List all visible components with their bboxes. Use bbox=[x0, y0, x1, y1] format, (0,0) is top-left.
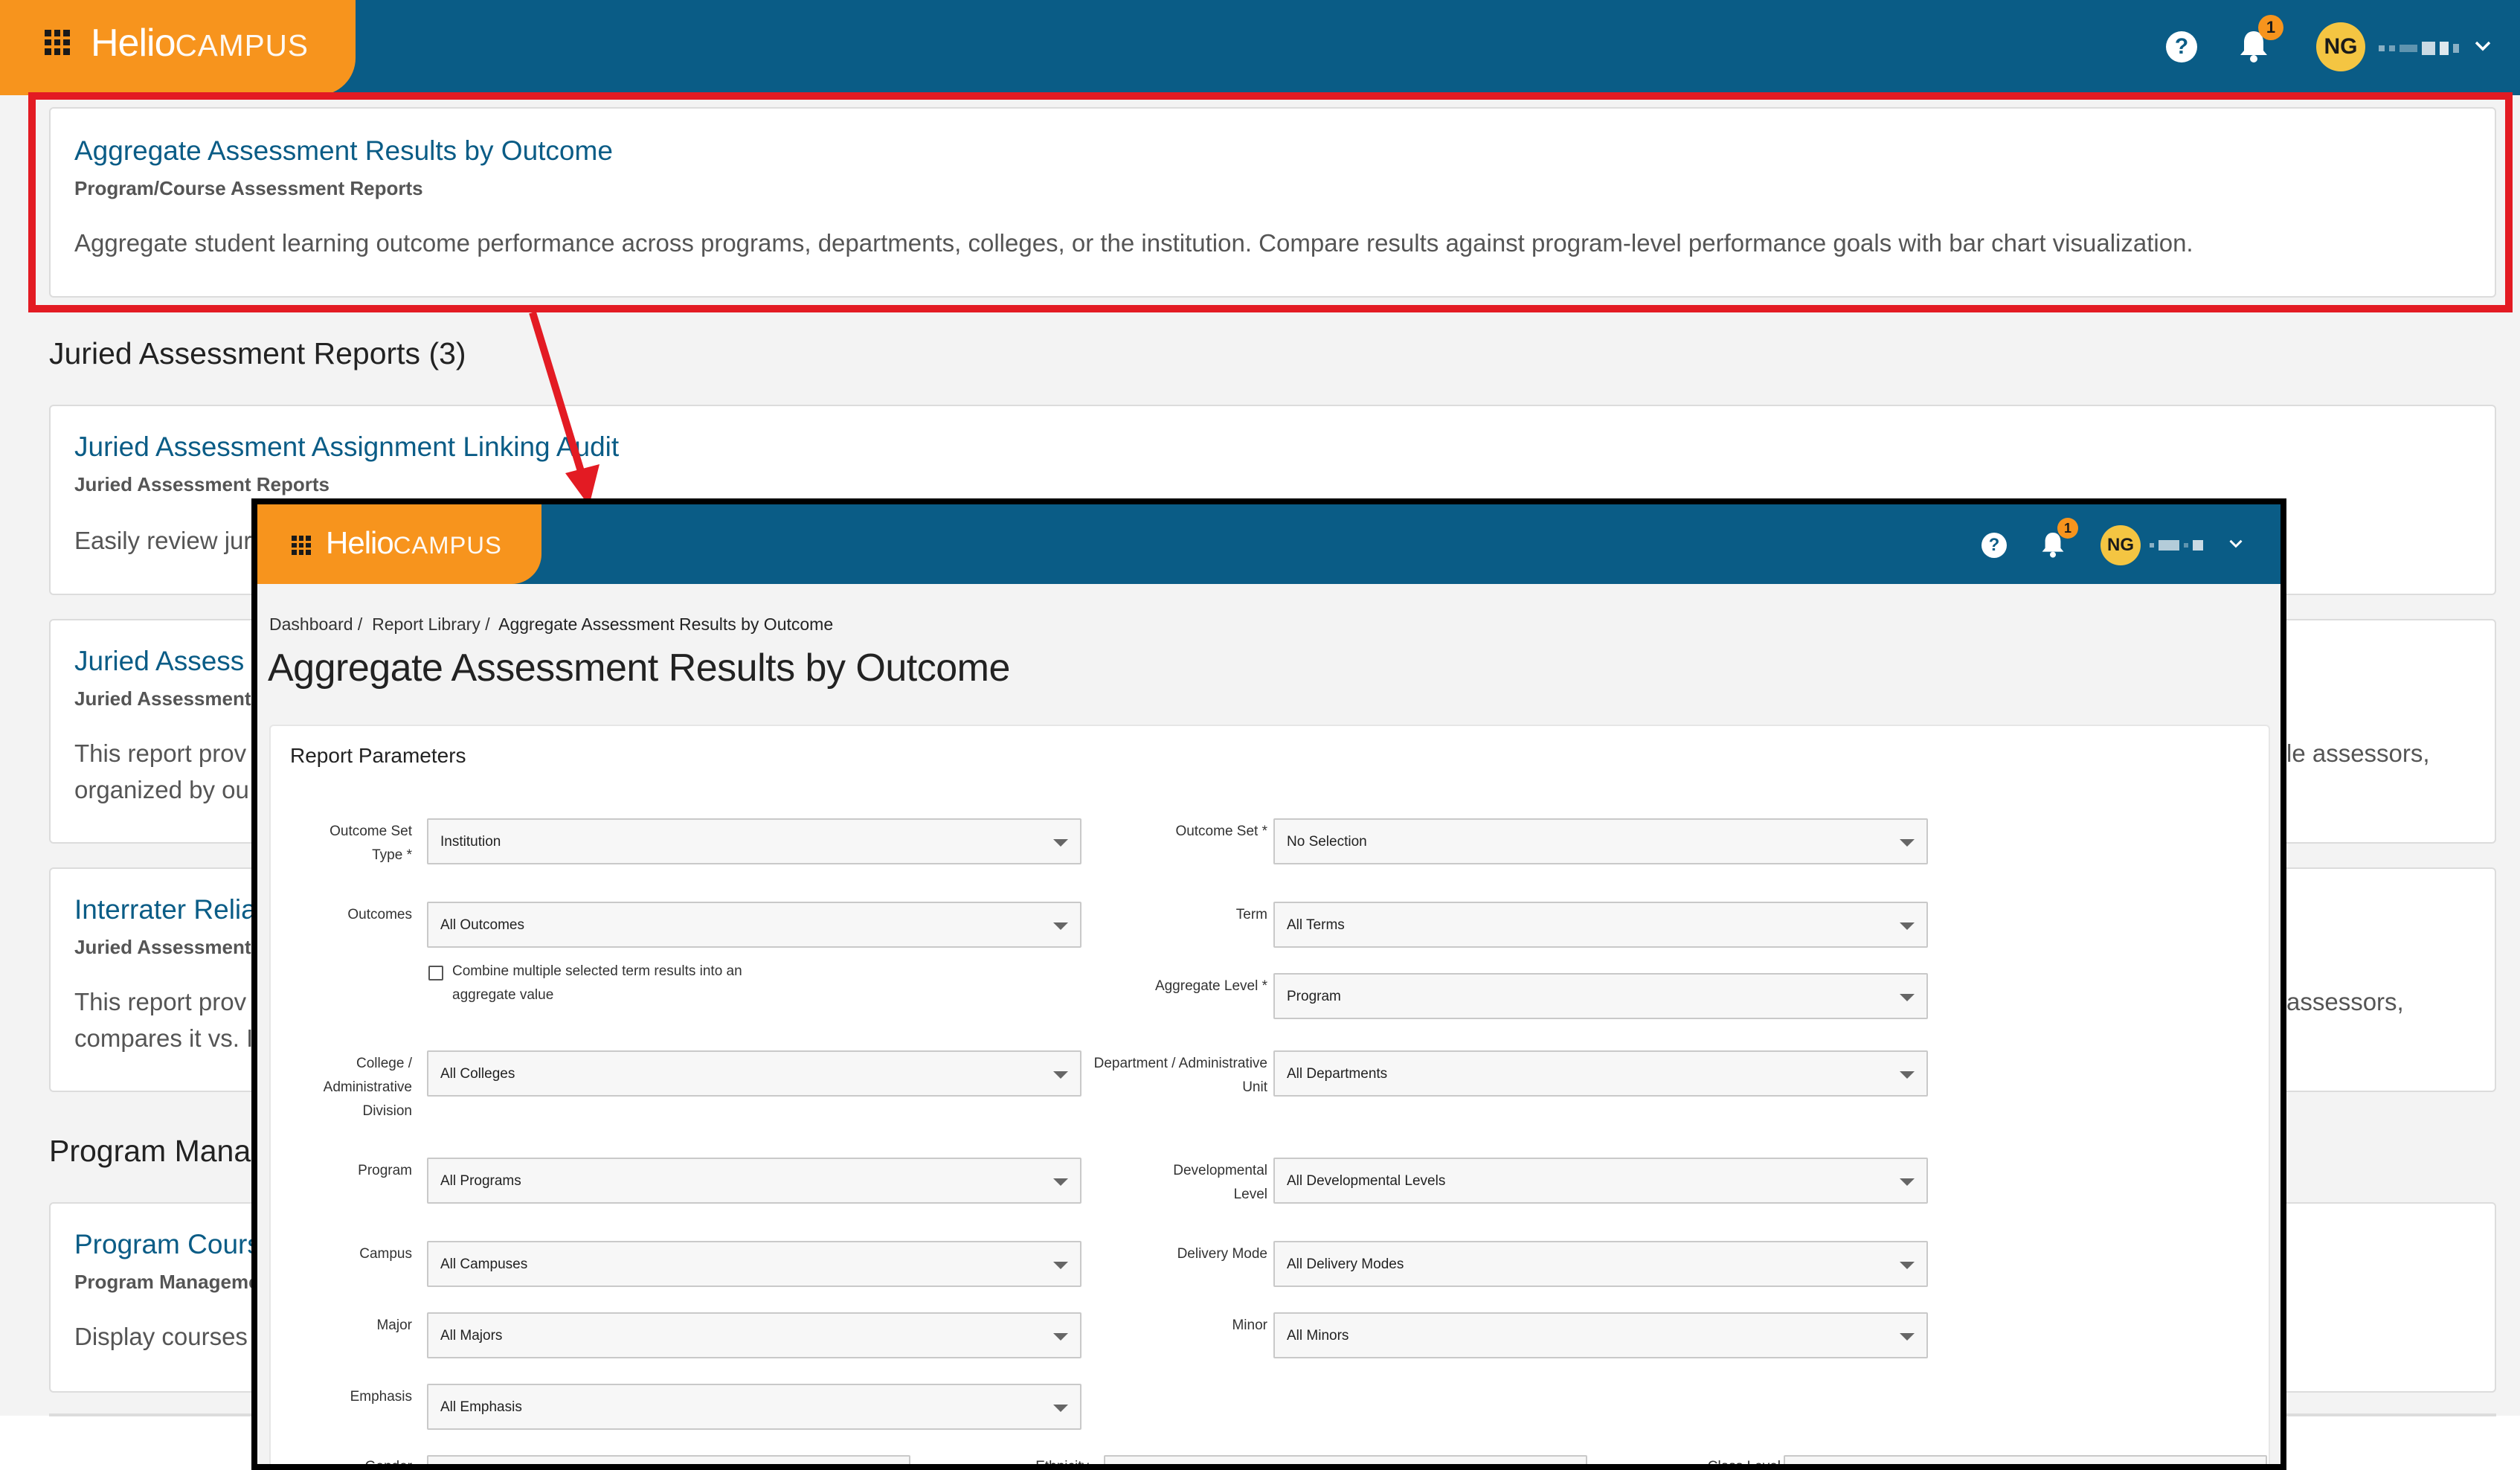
brand-area: HelioCAMPUS bbox=[0, 0, 356, 95]
card-category: Juried Assessment Reports bbox=[74, 473, 330, 495]
card-title[interactable]: Juried Assessment Assignment Linking Aud… bbox=[74, 431, 619, 463]
user-avatar[interactable]: NG bbox=[2316, 22, 2365, 71]
user-name-redacted[interactable] bbox=[2150, 540, 2203, 551]
section-heading-juried: Juried Assessment Reports (3) bbox=[49, 336, 466, 370]
helio-campus-logo[interactable]: HelioCAMPUS bbox=[326, 525, 502, 561]
outcome-set-type-label: Outcome Set Type * bbox=[330, 824, 412, 863]
card-title[interactable]: Program Cours bbox=[74, 1229, 261, 1260]
outcome-set-select[interactable]: No Selection bbox=[1273, 818, 1928, 864]
card-description-line2: compares it vs. I bbox=[74, 1024, 254, 1052]
helio-campus-logo[interactable]: HelioCAMPUS bbox=[91, 21, 309, 65]
dropdown-caret-icon bbox=[1900, 839, 1915, 847]
minor-select[interactable]: All Minors bbox=[1273, 1312, 1928, 1358]
user-avatar[interactable]: NG bbox=[2100, 525, 2141, 565]
dropdown-caret-icon bbox=[1900, 922, 1915, 930]
card-category: Juried Assessment R bbox=[74, 936, 271, 958]
term-select[interactable]: All Terms bbox=[1273, 902, 1928, 948]
report-parameters-panel: Report Parameters Outcome Set Type * Ins… bbox=[269, 725, 2270, 1470]
delivery-mode-label: Delivery Mode bbox=[1177, 1246, 1267, 1262]
dropdown-caret-icon bbox=[1900, 1071, 1915, 1079]
card-title[interactable]: Interrater Relia bbox=[74, 894, 257, 925]
breadcrumb-report-library[interactable]: Report Library / bbox=[372, 614, 490, 634]
developmental-level-select[interactable]: All Developmental Levels bbox=[1273, 1158, 1928, 1204]
minor-label: Minor bbox=[1232, 1317, 1267, 1333]
brand-area: HelioCAMPUS bbox=[257, 504, 541, 584]
help-icon[interactable]: ? bbox=[1981, 533, 2007, 558]
program-select[interactable]: All Programs bbox=[427, 1158, 1081, 1204]
breadcrumb: Dashboard / Report Library / Aggregate A… bbox=[269, 614, 833, 635]
outcomes-label: Outcomes bbox=[347, 907, 412, 922]
campus-label: Campus bbox=[359, 1246, 412, 1262]
top-navbar: HelioCAMPUS ? 1 NG bbox=[257, 504, 2280, 584]
zoomed-report-screenshot: HelioCAMPUS ? 1 NG Dashboard / Report Li… bbox=[251, 498, 2286, 1470]
major-label: Major bbox=[376, 1317, 412, 1333]
card-description: Display courses bbox=[74, 1323, 248, 1350]
gender-label: Gender bbox=[364, 1459, 412, 1470]
card-description: Easily review jur bbox=[74, 527, 252, 554]
dropdown-caret-icon bbox=[1900, 994, 1915, 1001]
ethnicity-select[interactable] bbox=[1104, 1455, 1587, 1464]
app-grid-icon[interactable] bbox=[292, 536, 311, 555]
notification-badge: 1 bbox=[2258, 15, 2283, 40]
card-title[interactable]: Juried Assess bbox=[74, 646, 244, 677]
breadcrumb-current: Aggregate Assessment Results by Outcome bbox=[498, 614, 834, 634]
program-label: Program bbox=[358, 1163, 412, 1178]
top-navbar: HelioCAMPUS ? 1 NG bbox=[0, 0, 2520, 95]
aggregate-level-label: Aggregate Level * bbox=[1154, 978, 1267, 994]
chevron-down-icon[interactable] bbox=[2228, 539, 2243, 549]
term-label: Term bbox=[1235, 907, 1267, 922]
panel-title: Report Parameters bbox=[290, 744, 466, 767]
dropdown-caret-icon bbox=[1053, 1405, 1068, 1412]
dropdown-caret-icon bbox=[1900, 1262, 1915, 1269]
major-select[interactable]: All Majors bbox=[427, 1312, 1081, 1358]
class-level-label: Class Level bbox=[1707, 1459, 1781, 1470]
combine-terms-label: Combine multiple selected term results i… bbox=[452, 963, 742, 1003]
aggregate-level-select[interactable]: Program bbox=[1273, 973, 1928, 1019]
card-category: Program Manageme bbox=[74, 1271, 260, 1293]
gender-select[interactable] bbox=[427, 1455, 910, 1464]
breadcrumb-dashboard[interactable]: Dashboard / bbox=[269, 614, 362, 634]
delivery-mode-select[interactable]: All Delivery Modes bbox=[1273, 1241, 1928, 1287]
developmental-level-label: Developmental Level bbox=[1173, 1163, 1267, 1202]
card-category: Juried Assessment R bbox=[74, 687, 271, 710]
outcome-set-type-select[interactable]: Institution bbox=[427, 818, 1081, 864]
card-description: This report prov bbox=[74, 739, 247, 767]
department-select[interactable]: All Departments bbox=[1273, 1050, 1928, 1097]
dropdown-caret-icon bbox=[1900, 1178, 1915, 1186]
campus-select[interactable]: All Campuses bbox=[427, 1241, 1081, 1287]
class-level-select[interactable] bbox=[1784, 1455, 2267, 1464]
emphasis-select[interactable]: All Emphasis bbox=[427, 1384, 1081, 1430]
dropdown-caret-icon bbox=[1053, 1071, 1068, 1079]
chevron-down-icon[interactable] bbox=[2474, 40, 2492, 52]
dropdown-caret-icon bbox=[1053, 839, 1068, 847]
department-label: Department / Administrative Unit bbox=[1093, 1056, 1267, 1095]
college-label: College / Administrative Division bbox=[323, 1056, 412, 1119]
card-description-line2: organized by ou bbox=[74, 776, 249, 803]
emphasis-label: Emphasis bbox=[350, 1389, 412, 1405]
combine-terms-checkbox[interactable] bbox=[428, 966, 443, 980]
notification-badge: 1 bbox=[2057, 518, 2078, 539]
dropdown-caret-icon bbox=[1900, 1333, 1915, 1341]
dropdown-caret-icon bbox=[1053, 1178, 1068, 1186]
ethnicity-label: Ethnicity bbox=[1035, 1459, 1089, 1470]
app-grid-icon[interactable] bbox=[45, 30, 70, 55]
card-description-right: assessors, bbox=[2286, 988, 2404, 1015]
user-name-redacted[interactable] bbox=[2379, 42, 2459, 55]
dropdown-caret-icon bbox=[1053, 922, 1068, 930]
card-description: This report prov bbox=[74, 988, 247, 1015]
page-title: Aggregate Assessment Results by Outcome bbox=[268, 646, 1010, 690]
outcome-set-label: Outcome Set * bbox=[1175, 824, 1267, 839]
dropdown-caret-icon bbox=[1053, 1333, 1068, 1341]
help-icon[interactable]: ? bbox=[2166, 31, 2197, 62]
highlight-box bbox=[28, 92, 2513, 312]
dropdown-caret-icon bbox=[1053, 1262, 1068, 1269]
college-select[interactable]: All Colleges bbox=[427, 1050, 1081, 1097]
section-heading-program: Program Mana bbox=[49, 1134, 251, 1168]
card-description-right: le assessors, bbox=[2286, 739, 2430, 767]
outcomes-select[interactable]: All Outcomes bbox=[427, 902, 1081, 948]
